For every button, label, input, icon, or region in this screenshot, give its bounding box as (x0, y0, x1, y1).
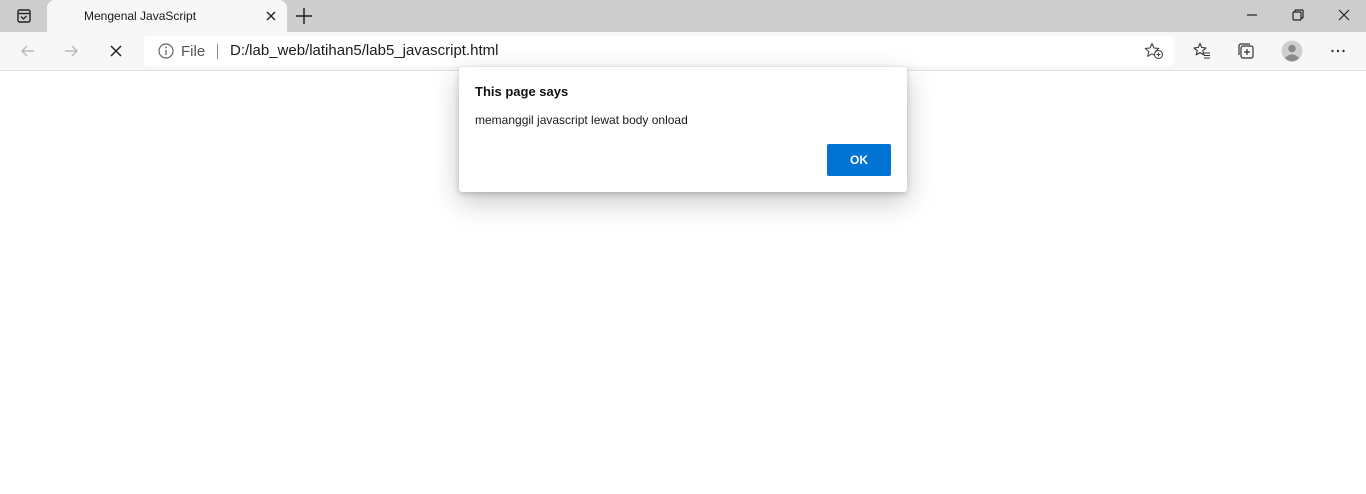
tab-title: Mengenal JavaScript (84, 9, 197, 23)
collections-icon (1238, 43, 1254, 59)
restore-icon (1292, 9, 1304, 21)
star-plus-icon[interactable] (1144, 42, 1164, 60)
avatar-icon (1281, 40, 1303, 62)
minimize-icon (1247, 14, 1257, 16)
restore-button[interactable] (1274, 0, 1320, 30)
favorites-icon (1193, 42, 1210, 59)
ok-button[interactable]: OK (827, 144, 891, 176)
forward-button[interactable] (57, 37, 85, 65)
arrow-left-icon (21, 45, 34, 57)
tab-actions-button[interactable] (8, 6, 40, 26)
stop-icon (110, 45, 122, 57)
scheme-label: File (181, 43, 206, 60)
tab-strip: Mengenal JavaScript (0, 0, 1366, 32)
dialog-message: memanggil javascript lewat body onload (475, 113, 688, 127)
back-button[interactable] (14, 37, 42, 65)
close-tab-button[interactable] (263, 8, 279, 24)
tab-actions-icon (17, 9, 31, 23)
dialog-title: This page says (475, 84, 569, 99)
more-icon (1331, 49, 1345, 53)
close-window-button[interactable] (1320, 0, 1366, 30)
more-button[interactable] (1324, 37, 1352, 65)
alert-dialog: This page says memanggil javascript lewa… (459, 67, 907, 192)
favorites-button[interactable] (1188, 37, 1216, 65)
plus-icon (296, 8, 312, 24)
new-tab-button[interactable] (292, 5, 316, 27)
stop-button[interactable] (102, 37, 130, 65)
address-bar[interactable]: File D:/lab_web/latihan5/lab5_javascript… (144, 36, 1174, 66)
tab-active[interactable]: Mengenal JavaScript (47, 0, 287, 32)
close-window-icon (1338, 9, 1350, 21)
info-icon[interactable] (158, 43, 174, 59)
minimize-button[interactable] (1228, 0, 1274, 30)
profile-button[interactable] (1278, 37, 1306, 65)
collections-button[interactable] (1232, 37, 1260, 65)
address-separator (217, 44, 218, 59)
close-icon (266, 11, 276, 21)
arrow-right-icon (65, 45, 78, 57)
toolbar: File D:/lab_web/latihan5/lab5_javascript… (0, 32, 1366, 71)
url-text[interactable]: D:/lab_web/latihan5/lab5_javascript.html (230, 42, 498, 59)
